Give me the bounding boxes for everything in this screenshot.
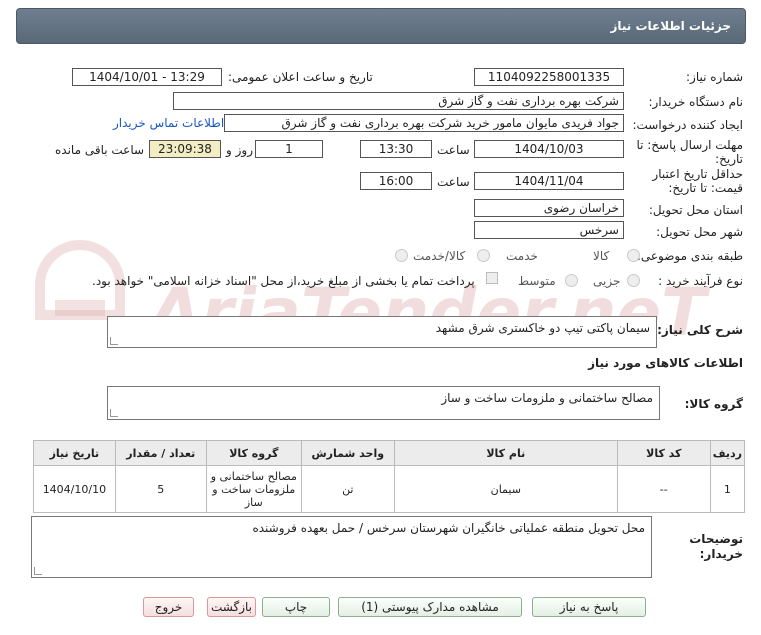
category-radio-goods[interactable] (627, 249, 640, 262)
cell-code: -- (616, 465, 711, 513)
requester-label: ایجاد کننده درخواست: (632, 118, 743, 132)
buyer-notes-text: محل تحویل منطقه عملیاتی خانگیران شهرستان… (252, 521, 645, 535)
validity-label: حداقل تاریخ اعتبار قیمت: تا تاریخ: (652, 167, 743, 195)
resize-handle-icon (34, 567, 42, 575)
remaining-time-field: 23:09:38 (149, 140, 221, 158)
col-row: ردیف (709, 440, 746, 466)
col-code: کد کالا (616, 440, 711, 466)
process-option-medium: متوسط (518, 274, 556, 288)
reply-button[interactable]: پاسخ به نیاز (532, 597, 646, 617)
validity-date-field: 1404/11/04 (474, 172, 624, 190)
resize-handle-icon (110, 409, 118, 417)
contact-buyer-link[interactable]: اطلاعات تماس خریدار (113, 116, 224, 130)
description-label: شرح کلی نیاز: (657, 323, 743, 337)
page-title: جزئیات اطلاعات نیاز (610, 19, 731, 33)
description-text: سیمان پاکتی تیپ دو خاکستری شرق مشهد (435, 321, 650, 335)
cell-quantity: 5 (114, 465, 207, 513)
table-row: 1 -- سیمان تن مصالح ساختمانی و ملزومات س… (33, 465, 746, 513)
city-field: سرخس (474, 221, 624, 239)
category-option-goods-service: کالا/خدمت (413, 249, 466, 263)
requester-field: جواد فریدی مایوان مامور خرید شرکت بهره ب… (224, 114, 624, 132)
back-button[interactable]: بازگشت (207, 597, 256, 617)
payment-checkbox[interactable] (486, 272, 498, 284)
col-group: گروه کالا (205, 440, 302, 466)
category-label: طبقه بندی موضوعی: (636, 249, 743, 263)
goods-group-textarea[interactable]: مصالح ساختمانی و ملزومات ساخت و ساز (107, 386, 660, 420)
announce-field: 1404/10/01 - 13:29 (72, 68, 222, 86)
days-label: روز و (226, 143, 253, 157)
col-date: تاریخ نیاز (33, 440, 116, 466)
cell-name: سیمان (393, 465, 618, 513)
description-textarea[interactable]: سیمان پاکتی تیپ دو خاکستری شرق مشهد (107, 316, 657, 348)
category-option-service: خدمت (506, 249, 538, 263)
category-radio-service[interactable] (477, 249, 490, 262)
process-option-minor: جزیی (593, 274, 621, 288)
reply-date-field: 1404/10/03 (474, 140, 624, 158)
col-quantity: تعداد / مقدار (114, 440, 207, 466)
province-field: خراسان رضوی (474, 199, 624, 217)
remaining-label: ساعت باقی مانده (55, 143, 145, 157)
page-header: جزئیات اطلاعات نیاز (16, 8, 746, 44)
items-table: ردیف کد کالا نام کالا واحد شمارش گروه کا… (33, 440, 746, 513)
cell-row: 1 (709, 465, 746, 513)
category-radio-goods-service[interactable] (395, 249, 408, 262)
resize-handle-icon (110, 337, 118, 345)
print-button[interactable]: چاپ (262, 597, 330, 617)
category-option-goods: کالا (593, 249, 610, 263)
col-name: نام کالا (393, 440, 618, 466)
cell-group: مصالح ساختمانی و ملزومات ساخت و ساز (205, 465, 302, 513)
reply-time-label: ساعت (437, 143, 470, 157)
buyer-notes-textarea[interactable]: محل تحویل منطقه عملیاتی خانگیران شهرستان… (31, 516, 652, 578)
process-radio-minor[interactable] (627, 274, 640, 287)
view-documents-button[interactable]: مشاهده مدارک پیوستی (1) (338, 597, 522, 617)
province-label: استان محل تحویل: (648, 203, 743, 217)
exit-button[interactable]: خروج (143, 597, 194, 617)
goods-section-title: اطلاعات کالاهای مورد نیاز (588, 356, 743, 370)
days-field: 1 (255, 140, 323, 158)
need-number-field: 1104092258001335 (474, 68, 624, 86)
cell-unit: تن (300, 465, 395, 513)
buyer-org-label: نام دستگاه خریدار: (648, 95, 744, 109)
table-header-row: ردیف کد کالا نام کالا واحد شمارش گروه کا… (33, 440, 746, 466)
process-radio-medium[interactable] (565, 274, 578, 287)
goods-group-text: مصالح ساختمانی و ملزومات ساخت و ساز (441, 391, 653, 405)
cell-date: 1404/10/10 (33, 465, 116, 513)
validity-time-field: 16:00 (360, 172, 432, 190)
col-unit: واحد شمارش (300, 440, 395, 466)
reply-time-field: 13:30 (360, 140, 432, 158)
buyer-org-field: شرکت بهره برداری نفت و گاز شرق (173, 92, 624, 110)
buyer-notes-label: توضیحات خریدار: (689, 532, 743, 561)
need-number-label: شماره نیاز: (686, 70, 743, 84)
city-label: شهر محل تحویل: (656, 225, 743, 239)
process-label: نوع فرآیند خرید : (658, 274, 743, 288)
payment-note: پرداخت تمام یا بخشی از مبلغ خرید،از محل … (92, 274, 475, 288)
announce-label: تاریخ و ساعت اعلان عمومی: (228, 70, 373, 84)
goods-group-label: گروه کالا: (684, 397, 743, 411)
reply-deadline-label: مهلت ارسال پاسخ: تا تاریخ: (636, 138, 743, 166)
validity-time-label: ساعت (437, 175, 470, 189)
